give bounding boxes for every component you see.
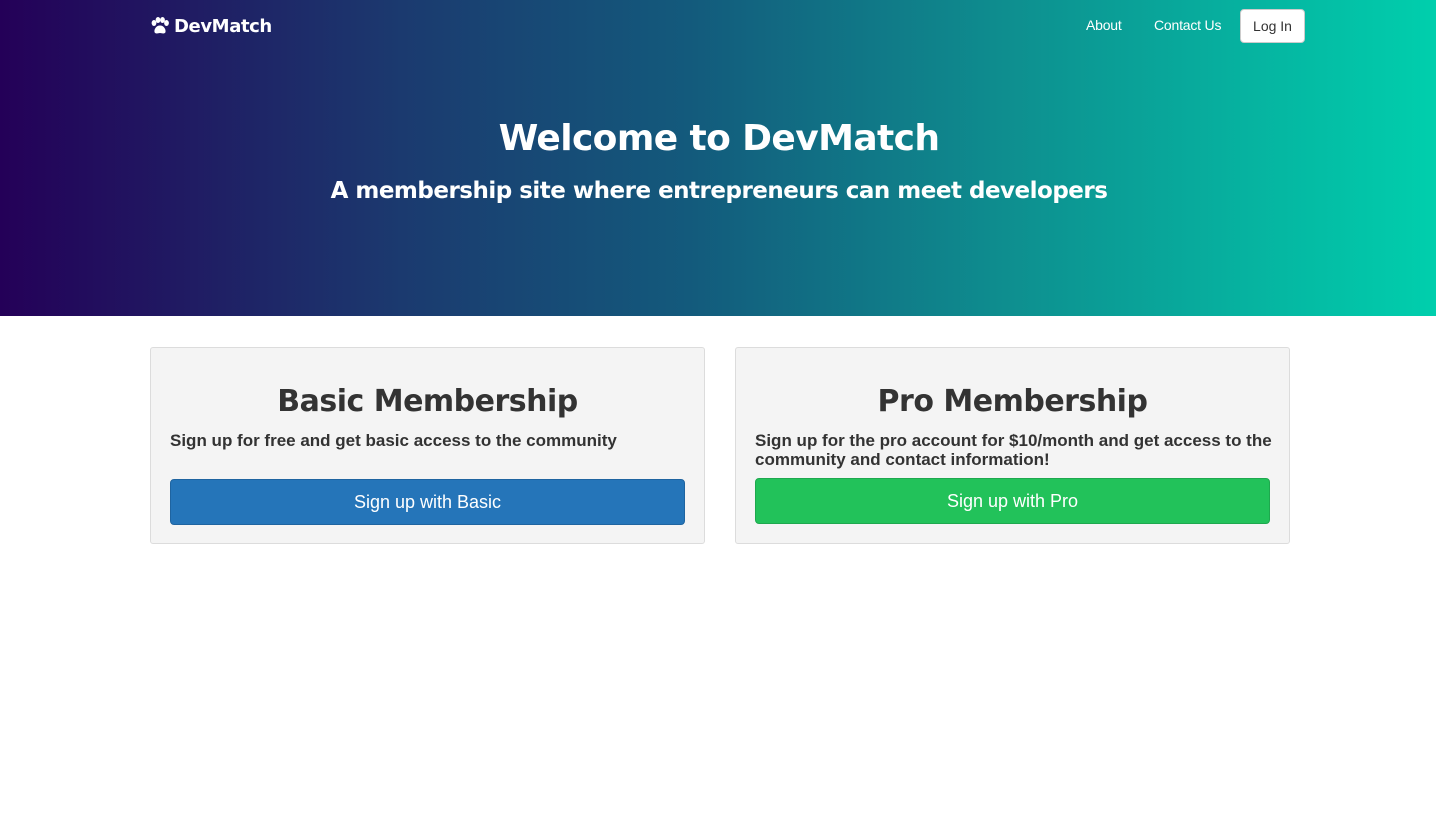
basic-membership-description: Sign up for free and get basic access to… <box>170 431 617 450</box>
signup-pro-button[interactable]: Sign up with Pro <box>755 478 1270 524</box>
brand-link[interactable]: DevMatch <box>150 14 272 38</box>
pro-membership-title: Pro Membership <box>877 384 1148 419</box>
nav-contact-link[interactable]: Contact Us <box>1154 17 1221 33</box>
pro-membership-description: Sign up for the pro account for $10/mont… <box>755 431 1272 469</box>
hero-subtitle: A membership site where entrepreneurs ca… <box>330 178 1108 204</box>
pro-membership-card: Pro Membership Sign up for the pro accou… <box>735 347 1290 544</box>
brand-name: DevMatch <box>174 15 272 37</box>
paw-icon <box>150 17 170 35</box>
signup-basic-button[interactable]: Sign up with Basic <box>170 479 685 525</box>
hero-banner: DevMatch About Contact Us Log In Welcome… <box>0 0 1436 316</box>
basic-membership-card: Basic Membership Sign up for free and ge… <box>150 347 705 544</box>
nav-about-link[interactable]: About <box>1086 17 1122 33</box>
login-button[interactable]: Log In <box>1240 9 1305 43</box>
hero-title: Welcome to DevMatch <box>498 118 940 159</box>
navbar: DevMatch About Contact Us Log In <box>0 0 1436 52</box>
basic-membership-title: Basic Membership <box>277 384 578 419</box>
